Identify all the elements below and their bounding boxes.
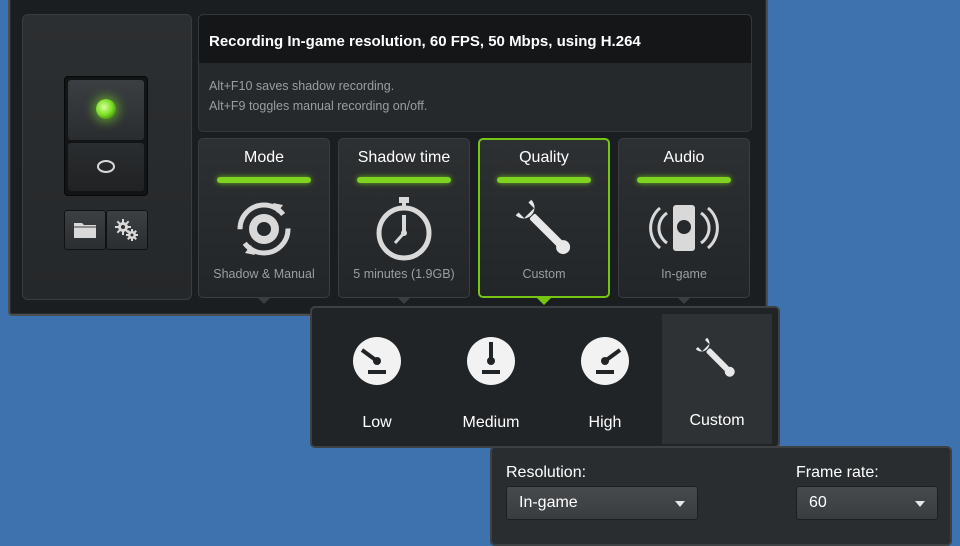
quality-option-label: High (588, 414, 622, 431)
quality-option-label: Medium (462, 414, 520, 431)
quality-option-label: Low (362, 414, 392, 431)
tile-active-bar (357, 177, 451, 183)
chevron-down-icon (915, 501, 925, 507)
status-led-icon (96, 99, 116, 119)
tile-mode[interactable]: Mode Shadow & Manual (198, 138, 330, 304)
tile-label: Quality (519, 149, 569, 166)
tile-active-bar (637, 177, 731, 183)
switch-off-half[interactable] (68, 143, 144, 191)
tile-label: Audio (663, 149, 705, 166)
wrench-icon (515, 199, 571, 255)
quality-option-low[interactable]: Low (322, 314, 432, 444)
manual-hotkey-hint: Alt+F9 toggles manual recording on/off. (209, 99, 428, 113)
tile-quality[interactable]: Quality Custom (478, 138, 610, 305)
tile-label: Mode (243, 149, 285, 166)
tile-value: 5 minutes (1.9GB) (353, 267, 455, 281)
open-folder-button[interactable] (64, 210, 106, 250)
framerate-value: 60 (809, 494, 827, 511)
quality-option-label: Custom (689, 412, 745, 429)
tile-shadow-time[interactable]: Shadow time 5 minutes (1.9GB) (338, 138, 470, 304)
switch-on-half[interactable] (68, 80, 144, 140)
recording-summary: Recording In-game resolution, 60 FPS, 50… (199, 15, 751, 63)
off-ring-icon (97, 160, 115, 173)
quality-popup: Low Medium High Custom (310, 306, 780, 448)
quality-option-custom[interactable]: Custom (662, 314, 772, 444)
resolution-select[interactable]: In-game (506, 486, 698, 520)
tile-value: Shadow & Manual (213, 267, 315, 281)
settings-button[interactable] (106, 210, 148, 250)
tile-audio[interactable]: Audio In-game (618, 138, 750, 304)
shadow-hotkey-hint: Alt+F10 saves shadow recording. (209, 79, 395, 93)
tile-label: Shadow time (357, 149, 451, 166)
custom-settings-panel: Resolution: In-game Frame rate: 60 (490, 446, 952, 546)
tile-active-bar (217, 177, 311, 183)
gauge-high-icon (581, 337, 629, 385)
gauge-medium-icon (467, 337, 515, 385)
tile-value: Custom (522, 267, 566, 281)
tile-active-bar (497, 177, 591, 183)
quality-option-medium[interactable]: Medium (436, 314, 546, 444)
tile-notch (257, 297, 271, 304)
framerate-label: Frame rate: (796, 464, 879, 481)
recording-info-box: Recording In-game resolution, 60 FPS, 50… (198, 14, 752, 132)
recording-toggle-switch[interactable] (64, 76, 148, 196)
tile-value: In-game (661, 267, 707, 281)
shadow-manual-icon (237, 202, 291, 256)
wrench-icon (695, 337, 735, 377)
resolution-value: In-game (519, 494, 578, 511)
stopwatch-icon (376, 197, 432, 261)
quality-option-high[interactable]: High (550, 314, 660, 444)
resolution-label: Resolution: (506, 464, 587, 481)
settings-gears-icon (115, 219, 138, 241)
gauge-low-icon (353, 337, 401, 385)
framerate-select[interactable]: 60 (796, 486, 938, 520)
chevron-down-icon (675, 501, 685, 507)
tile-notch (677, 297, 691, 304)
tile-notch (397, 297, 411, 304)
audio-device-icon (649, 205, 719, 251)
tile-notch (537, 298, 551, 305)
folder-icon (74, 223, 96, 238)
